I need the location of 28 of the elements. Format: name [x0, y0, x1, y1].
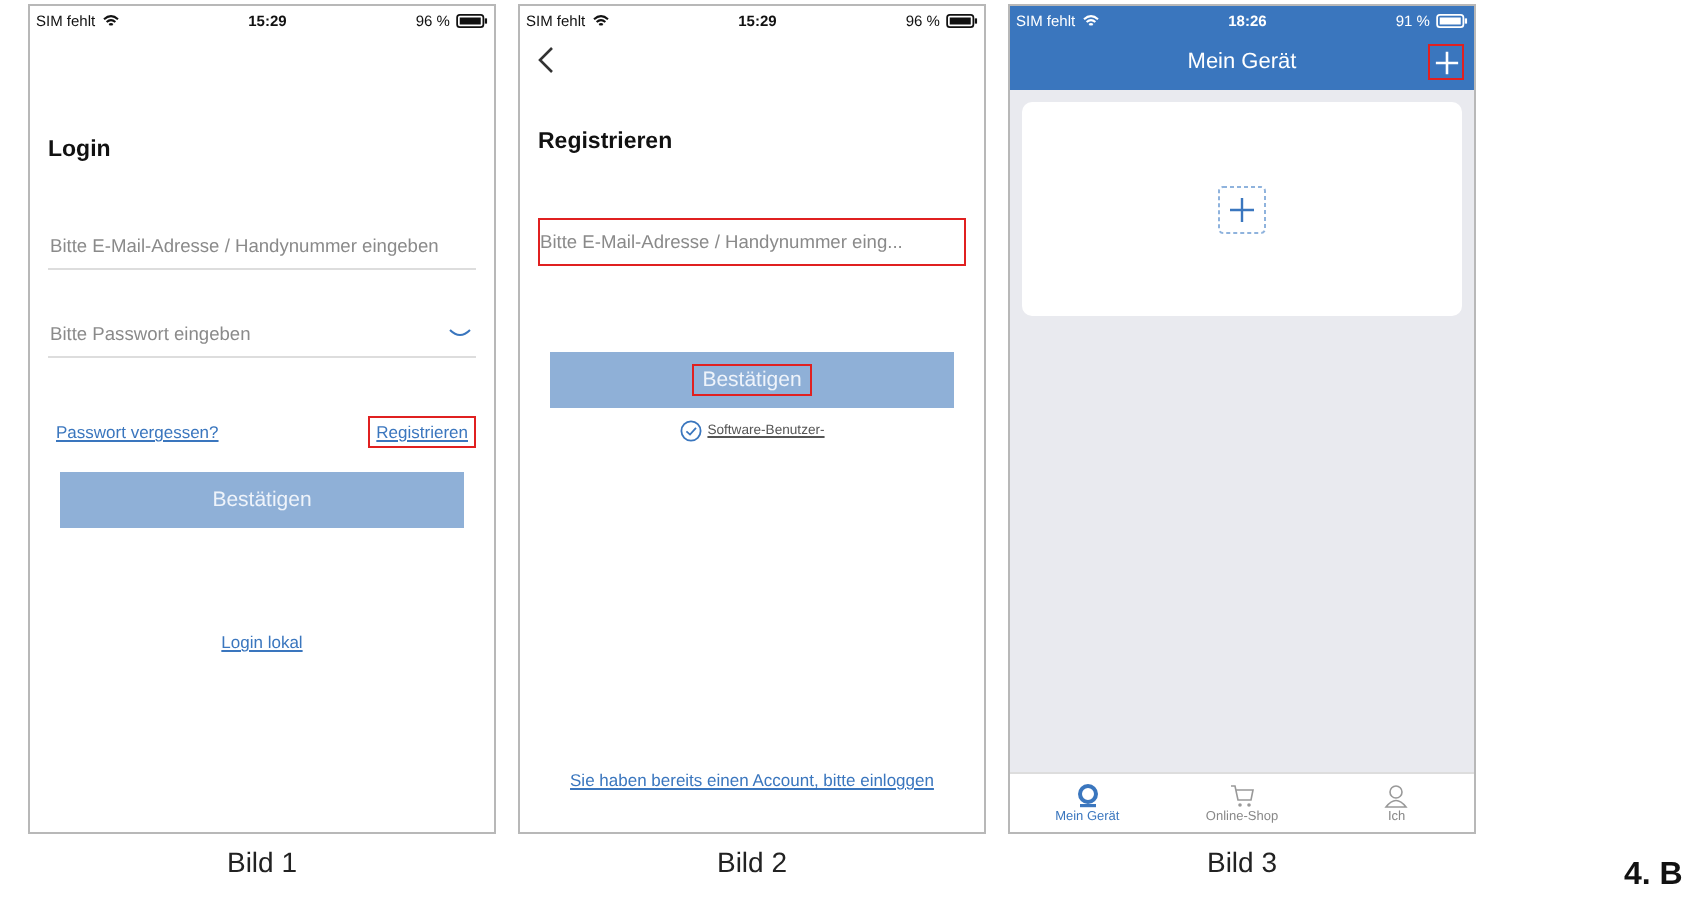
cart-icon — [1229, 783, 1254, 807]
section-heading: 4. B — [1624, 858, 1683, 894]
wifi-icon — [1081, 13, 1100, 27]
battery-icon — [455, 13, 488, 27]
figure-caption: Bild 2 — [716, 846, 788, 878]
wifi-icon — [101, 13, 120, 27]
battery-icon — [1435, 13, 1468, 27]
figure-caption: Bild 3 — [1206, 846, 1278, 878]
add-button[interactable] — [1428, 44, 1464, 80]
camera-icon — [1075, 783, 1100, 807]
wifi-icon — [591, 13, 610, 27]
input-field[interactable]: Bitte E-Mail-Adresse / Handynummer eingeben — [48, 222, 476, 270]
link[interactable]: Passwort vergessen? — [48, 416, 227, 448]
figure-caption: Bild 1 — [226, 846, 298, 878]
input-field[interactable]: Bitte Passwort eingeben — [48, 310, 476, 358]
battery-icon — [945, 13, 978, 27]
screen-title: Login — [48, 138, 113, 162]
screen-title: Registrieren — [538, 130, 675, 154]
add-device-icon[interactable] — [1218, 185, 1266, 233]
closed-eye-icon[interactable] — [448, 328, 472, 340]
link[interactable]: Login lokal — [213, 626, 311, 658]
link[interactable]: Registrieren — [368, 416, 476, 448]
header-title: Mein Gerät — [1187, 50, 1297, 74]
link[interactable]: Sie haben bereits einen Account, bitte einloggen — [562, 764, 942, 796]
checked-circle-icon[interactable] — [679, 420, 702, 442]
plus-icon — [1433, 49, 1459, 75]
person-icon — [1384, 783, 1409, 807]
input-field[interactable]: Bitte E-Mail-Adresse / Handynummer eing... — [538, 218, 966, 266]
